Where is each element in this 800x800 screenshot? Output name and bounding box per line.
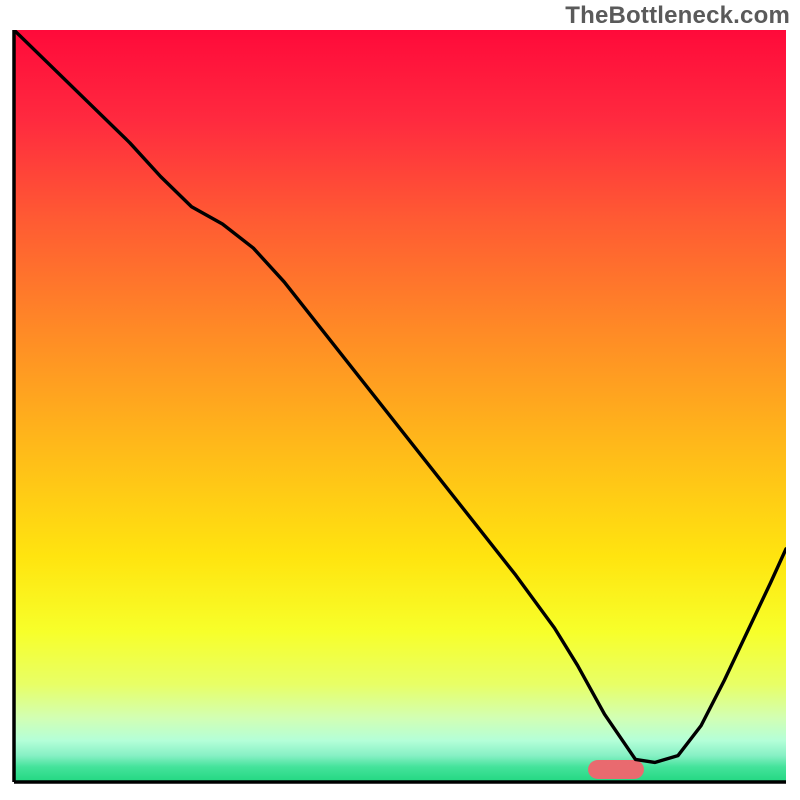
chart-stage: TheBottleneck.com [0, 0, 800, 800]
bottleneck-chart [0, 0, 800, 800]
watermark-label: TheBottleneck.com [565, 2, 790, 30]
optimal-marker [588, 760, 644, 779]
